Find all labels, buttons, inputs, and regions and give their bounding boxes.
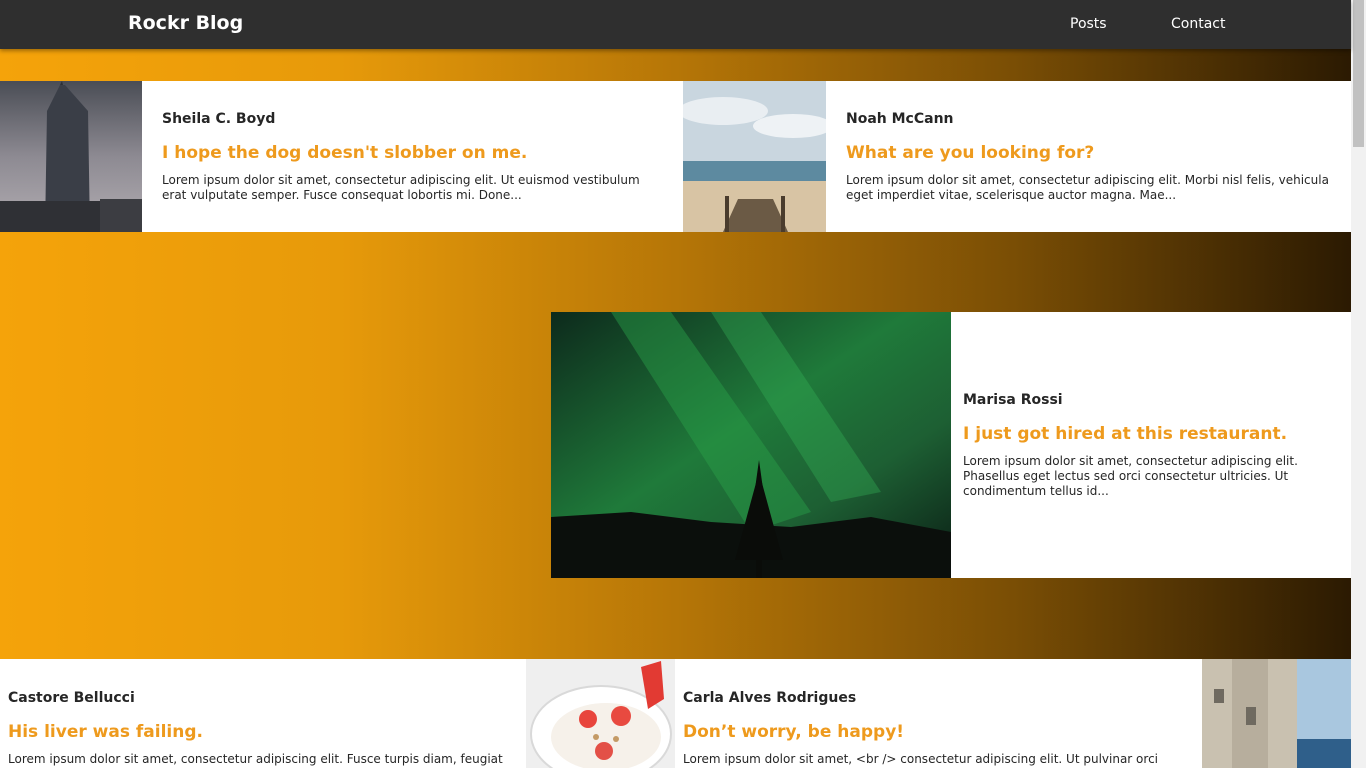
skyscraper-image bbox=[0, 81, 142, 232]
post-card[interactable]: Noah McCann What are you looking for? Lo… bbox=[683, 81, 1351, 232]
post-author: Marisa Rossi bbox=[963, 391, 1063, 408]
skyscraper-photo bbox=[0, 81, 142, 232]
post-card[interactable]: Sheila C. Boyd I hope the dog doesn't sl… bbox=[0, 81, 683, 232]
yogurt-strawberry-bowl-photo bbox=[526, 659, 675, 768]
post-author: Sheila C. Boyd bbox=[162, 110, 276, 127]
post-title[interactable]: What are you looking for? bbox=[846, 143, 1335, 163]
post-title[interactable]: His liver was failing. bbox=[8, 722, 510, 742]
post-content: Noah McCann What are you looking for? Lo… bbox=[826, 81, 1351, 232]
post-title[interactable]: I just got hired at this restaurant. bbox=[963, 424, 1335, 444]
coastal-town-image bbox=[1202, 659, 1351, 768]
aurora-image bbox=[551, 312, 951, 578]
top-navbar: Rockr Blog Posts Contact bbox=[0, 0, 1351, 49]
page-scrollbar[interactable] bbox=[1351, 0, 1366, 768]
post-excerpt: Lorem ipsum dolor sit amet, consectetur … bbox=[963, 453, 1298, 498]
nav-posts-link[interactable]: Posts bbox=[1070, 16, 1107, 32]
post-card[interactable]: Castore Bellucci His liver was failing. … bbox=[0, 659, 526, 768]
post-card[interactable]: Marisa Rossi I just got hired at this re… bbox=[551, 312, 1351, 578]
scrollbar-thumb[interactable] bbox=[1353, 0, 1364, 147]
post-author: Castore Bellucci bbox=[8, 690, 135, 706]
post-card[interactable]: Carla Alves Rodrigues Don’t worry, be ha… bbox=[526, 659, 1202, 768]
beach-boardwalk-photo bbox=[683, 81, 826, 232]
yogurt-image bbox=[526, 659, 675, 768]
post-excerpt: Lorem ipsum dolor sit amet, consectetur … bbox=[162, 172, 640, 202]
post-content: Castore Bellucci His liver was failing. … bbox=[0, 659, 526, 768]
coastal-town-photo bbox=[1202, 659, 1351, 768]
beach-image bbox=[683, 81, 826, 232]
post-author: Noah McCann bbox=[846, 110, 954, 127]
nav-contact-link[interactable]: Contact bbox=[1171, 16, 1225, 32]
posts-stage: Sheila C. Boyd I hope the dog doesn't sl… bbox=[0, 49, 1351, 768]
post-title[interactable]: Don’t worry, be happy! bbox=[683, 722, 1186, 742]
post-content: Carla Alves Rodrigues Don’t worry, be ha… bbox=[675, 659, 1202, 768]
post-content: Sheila C. Boyd I hope the dog doesn't sl… bbox=[142, 81, 683, 232]
post-content: Marisa Rossi I just got hired at this re… bbox=[951, 312, 1351, 578]
post-card[interactable] bbox=[1202, 659, 1351, 768]
brand-logo[interactable]: Rockr Blog bbox=[128, 12, 243, 34]
post-excerpt: Lorem ipsum dolor sit amet, consectetur … bbox=[846, 172, 1329, 202]
post-title[interactable]: I hope the dog doesn't slobber on me. bbox=[162, 143, 667, 163]
post-excerpt: Lorem ipsum dolor sit amet, consectetur … bbox=[8, 752, 503, 766]
post-author: Carla Alves Rodrigues bbox=[683, 690, 857, 706]
post-excerpt: Lorem ipsum dolor sit amet, <br /> conse… bbox=[683, 752, 1158, 768]
northern-lights-photo bbox=[551, 312, 951, 578]
